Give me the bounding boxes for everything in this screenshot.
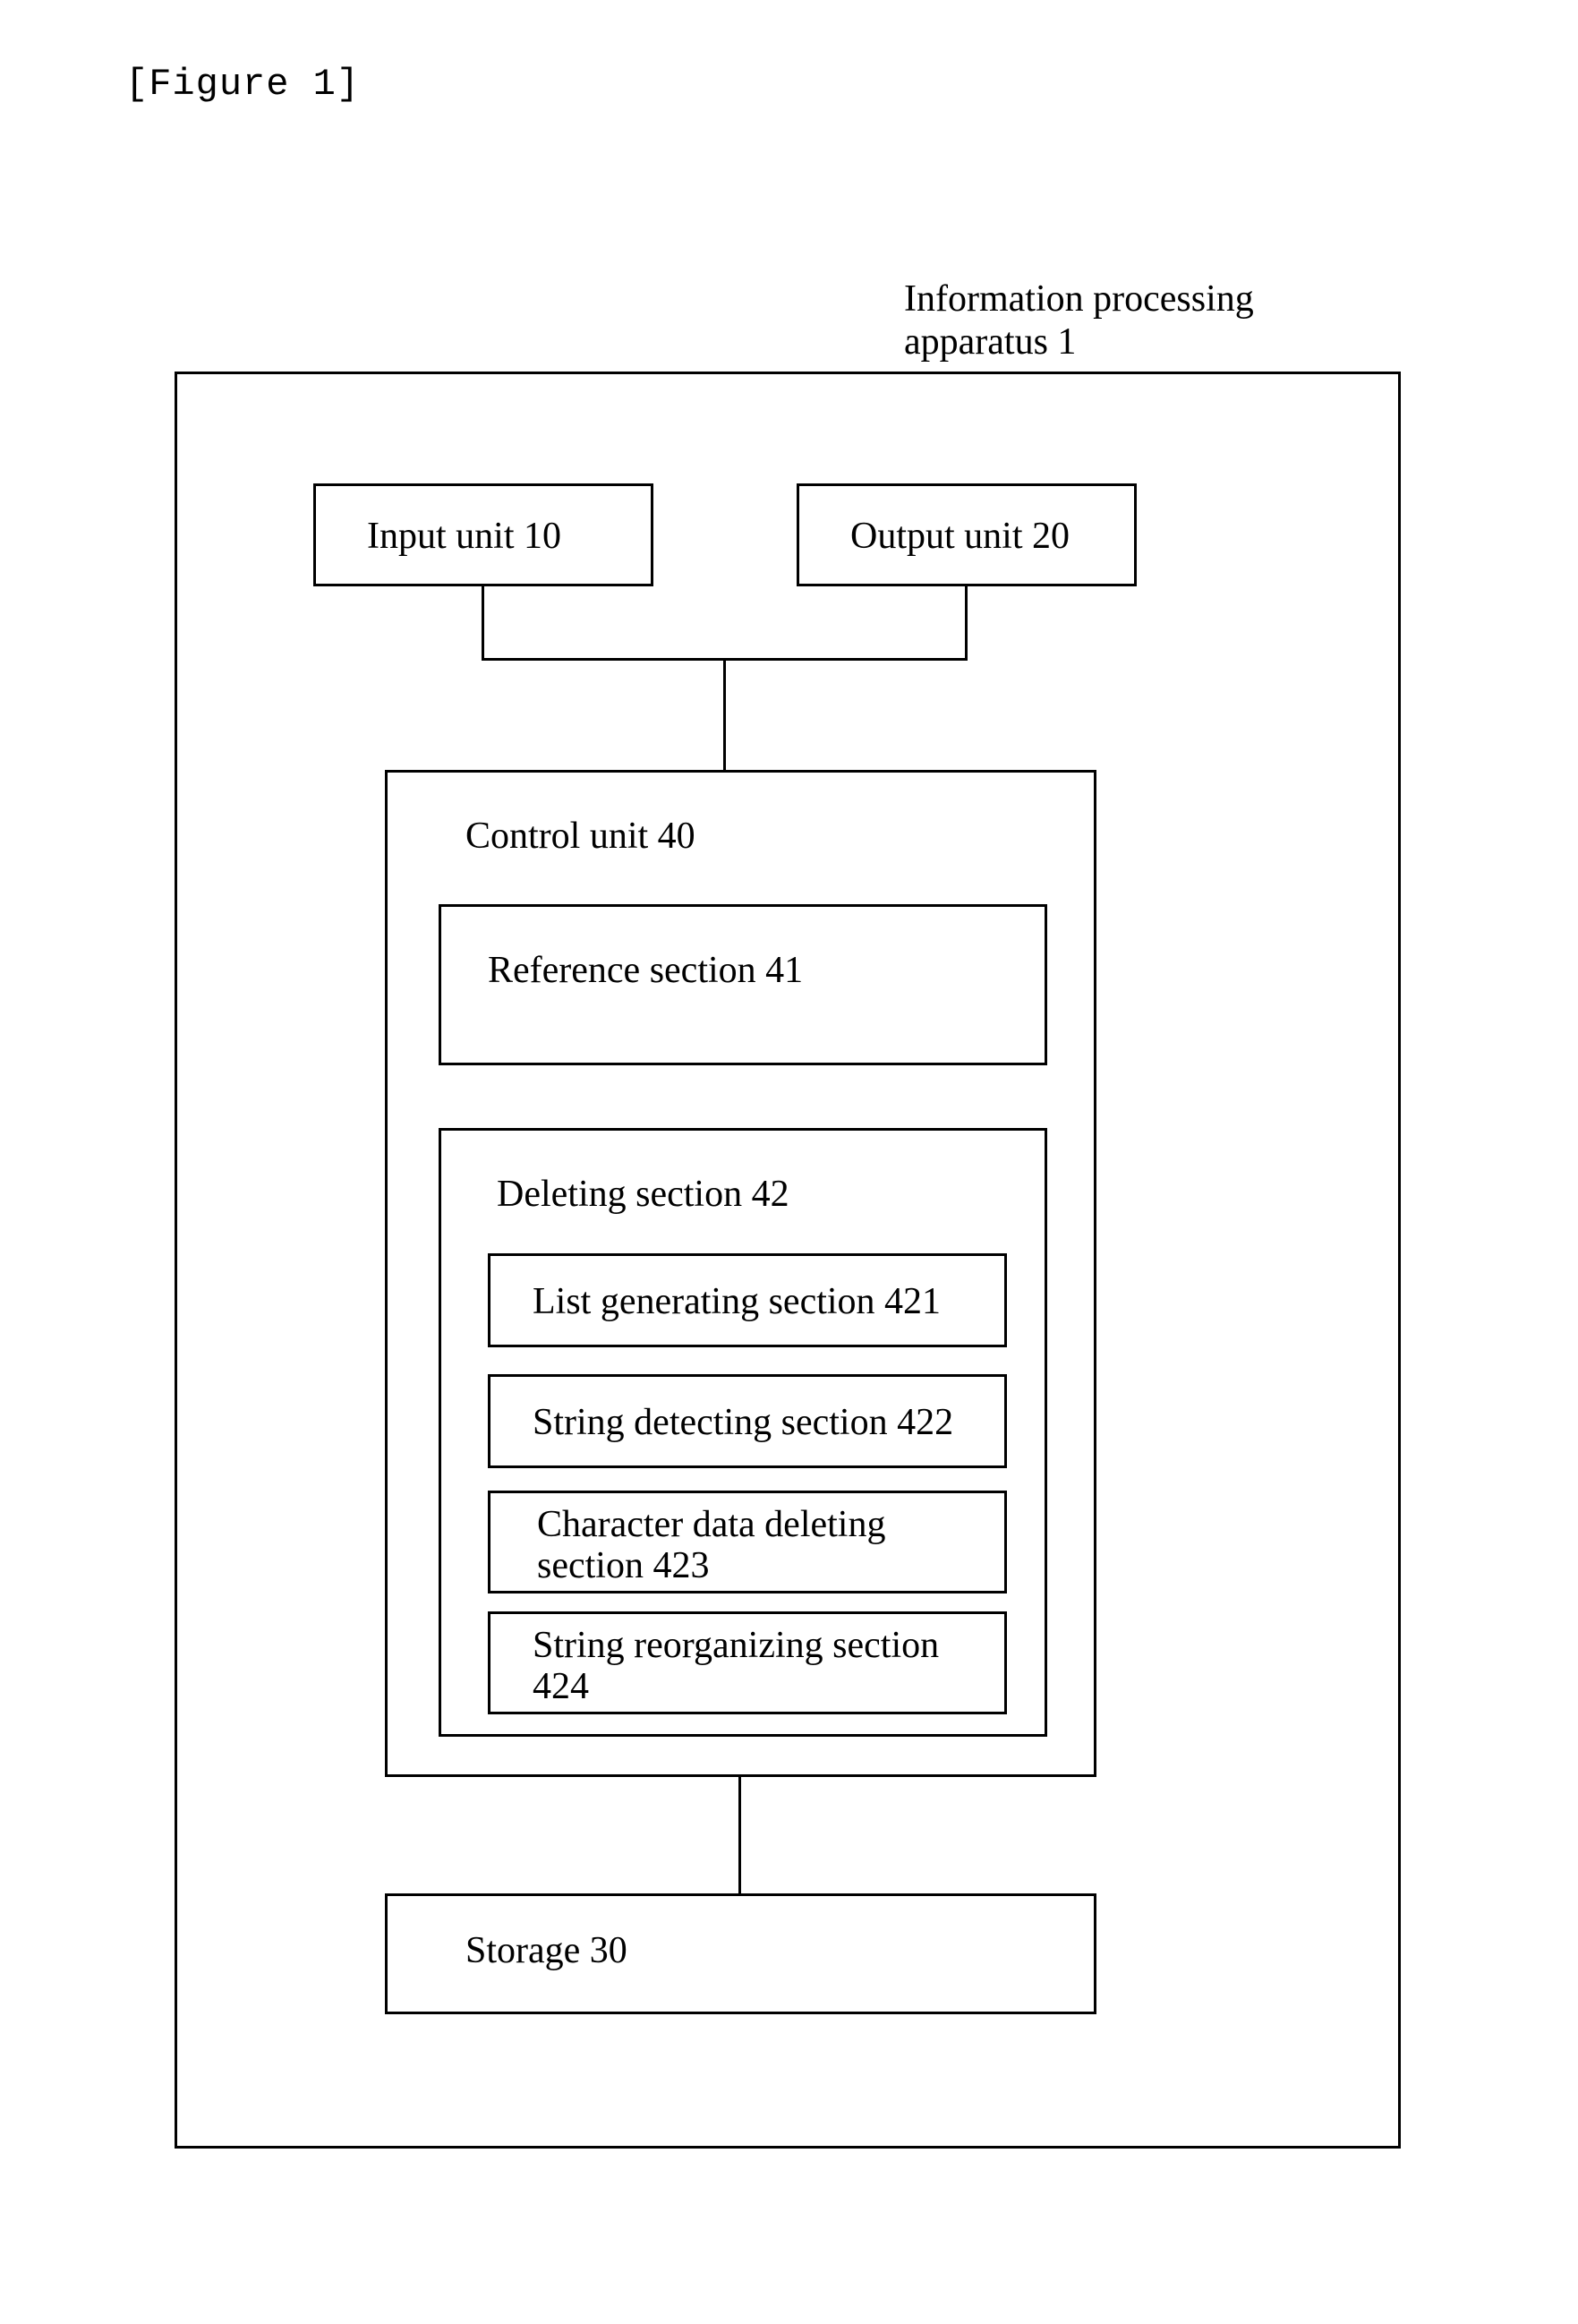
connector: [723, 658, 726, 770]
input-unit-label: Input unit 10: [367, 515, 561, 558]
control-unit-label: Control unit 40: [465, 815, 695, 858]
apparatus-label: Information processingapparatus 1: [904, 278, 1254, 364]
list-generating-label: List generating section 421: [533, 1280, 941, 1323]
reference-section-label: Reference section 41: [488, 949, 803, 992]
connector: [738, 1777, 741, 1893]
output-unit-label: Output unit 20: [850, 515, 1070, 558]
char-data-deleting-label: Character data deleting section 423: [537, 1504, 985, 1586]
storage-label: Storage 30: [465, 1929, 627, 1972]
deleting-section-label: Deleting section 42: [497, 1173, 789, 1216]
page: [Figure 1] Information processingapparat…: [0, 0, 1578, 2324]
connector: [482, 586, 484, 658]
string-reorganizing-label: String reorganizing section 424: [533, 1625, 980, 1707]
string-detecting-label: String detecting section 422: [533, 1401, 953, 1444]
figure-label: [Figure 1]: [125, 63, 360, 106]
connector: [965, 586, 968, 658]
